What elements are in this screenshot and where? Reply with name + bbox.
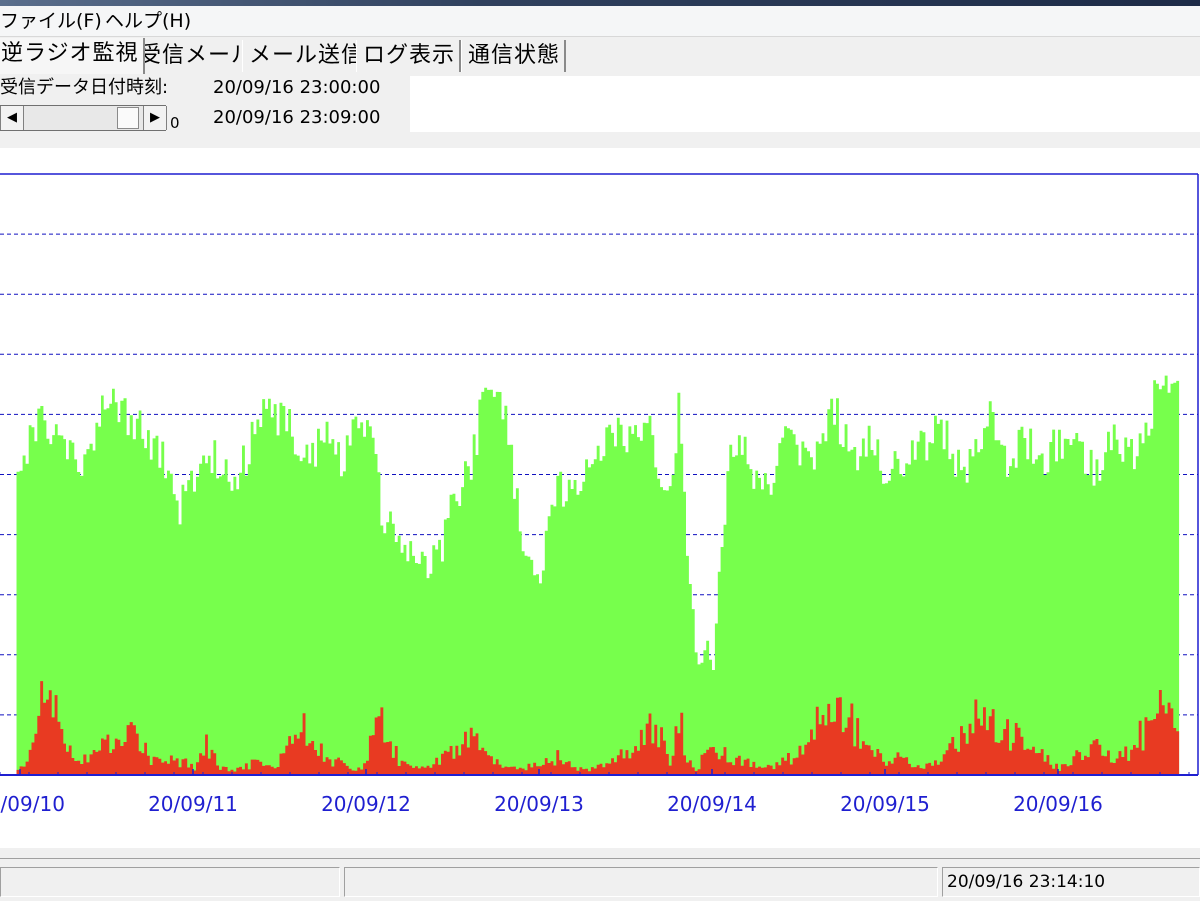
status-pane-2 bbox=[344, 867, 938, 897]
scroll-right-icon[interactable]: ▶ bbox=[143, 106, 167, 130]
x-tick-label: 20/09/13 bbox=[494, 792, 584, 816]
x-tick-label: 20/09/10 bbox=[0, 792, 65, 816]
status-bar: 20/09/16 23:14:10 bbox=[0, 858, 1200, 901]
tab-send-mail[interactable]: メール送信 bbox=[242, 40, 371, 72]
scroll-value: 0 bbox=[170, 114, 180, 132]
tab-reverse-radio-monitor[interactable]: 逆ラジオ監視 bbox=[0, 38, 145, 74]
time-scrollbar[interactable]: ◀ ▶ bbox=[0, 105, 167, 131]
x-tick-label: 20/09/11 bbox=[148, 792, 238, 816]
x-tick-label: 20/09/14 bbox=[667, 792, 757, 816]
tab-log-view[interactable]: ログ表示 bbox=[356, 40, 462, 72]
tab-bar: 逆ラジオ監視 受信メール メール送信 ログ表示 通信状態 bbox=[0, 38, 1200, 74]
message-area bbox=[410, 76, 1200, 132]
status-timestamp: 20/09/16 23:14:10 bbox=[942, 867, 1200, 897]
x-tick-label: 20/09/15 bbox=[840, 792, 930, 816]
menu-file[interactable]: ファイル(F) bbox=[0, 6, 102, 36]
received-time-value-2: 20/09/16 23:09:00 bbox=[213, 107, 381, 128]
scroll-left-icon[interactable]: ◀ bbox=[0, 106, 24, 130]
signal-chart: 20/09/10 20/09/11 20/09/12 20/09/13 20/09/14… bbox=[0, 173, 1199, 816]
received-time-value-1: 20/09/16 23:00:00 bbox=[213, 77, 381, 98]
x-tick-label: 20/09/16 bbox=[1013, 792, 1103, 816]
status-pane-1 bbox=[0, 867, 340, 897]
series-green-area bbox=[16, 375, 1180, 775]
scroll-thumb[interactable] bbox=[117, 107, 139, 129]
received-time-label: 受信データ日付時刻: bbox=[0, 77, 169, 98]
menu-help[interactable]: ヘルプ(H) bbox=[105, 6, 191, 36]
tab-received-mail[interactable]: 受信メール bbox=[132, 40, 261, 72]
x-tick-label: 20/09/12 bbox=[321, 792, 411, 816]
menu-bar: ファイル(F) ヘルプ(H) bbox=[0, 6, 1200, 37]
tab-comm-status[interactable]: 通信状態 bbox=[461, 40, 567, 72]
